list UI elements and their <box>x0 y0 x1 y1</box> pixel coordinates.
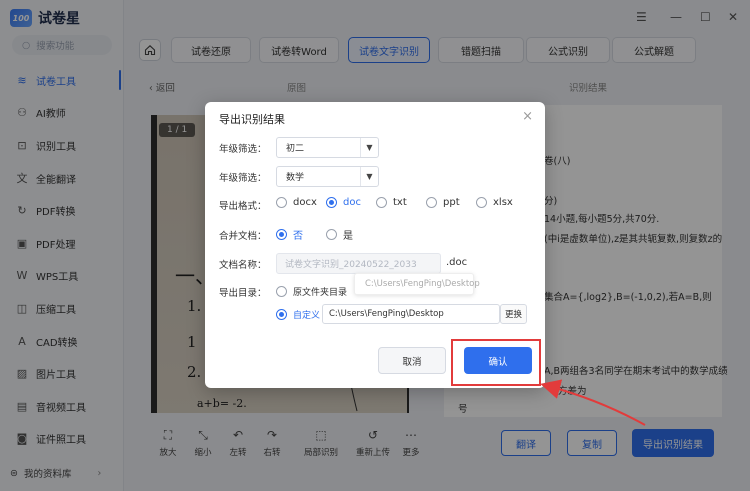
annotation-arrow <box>540 379 646 426</box>
